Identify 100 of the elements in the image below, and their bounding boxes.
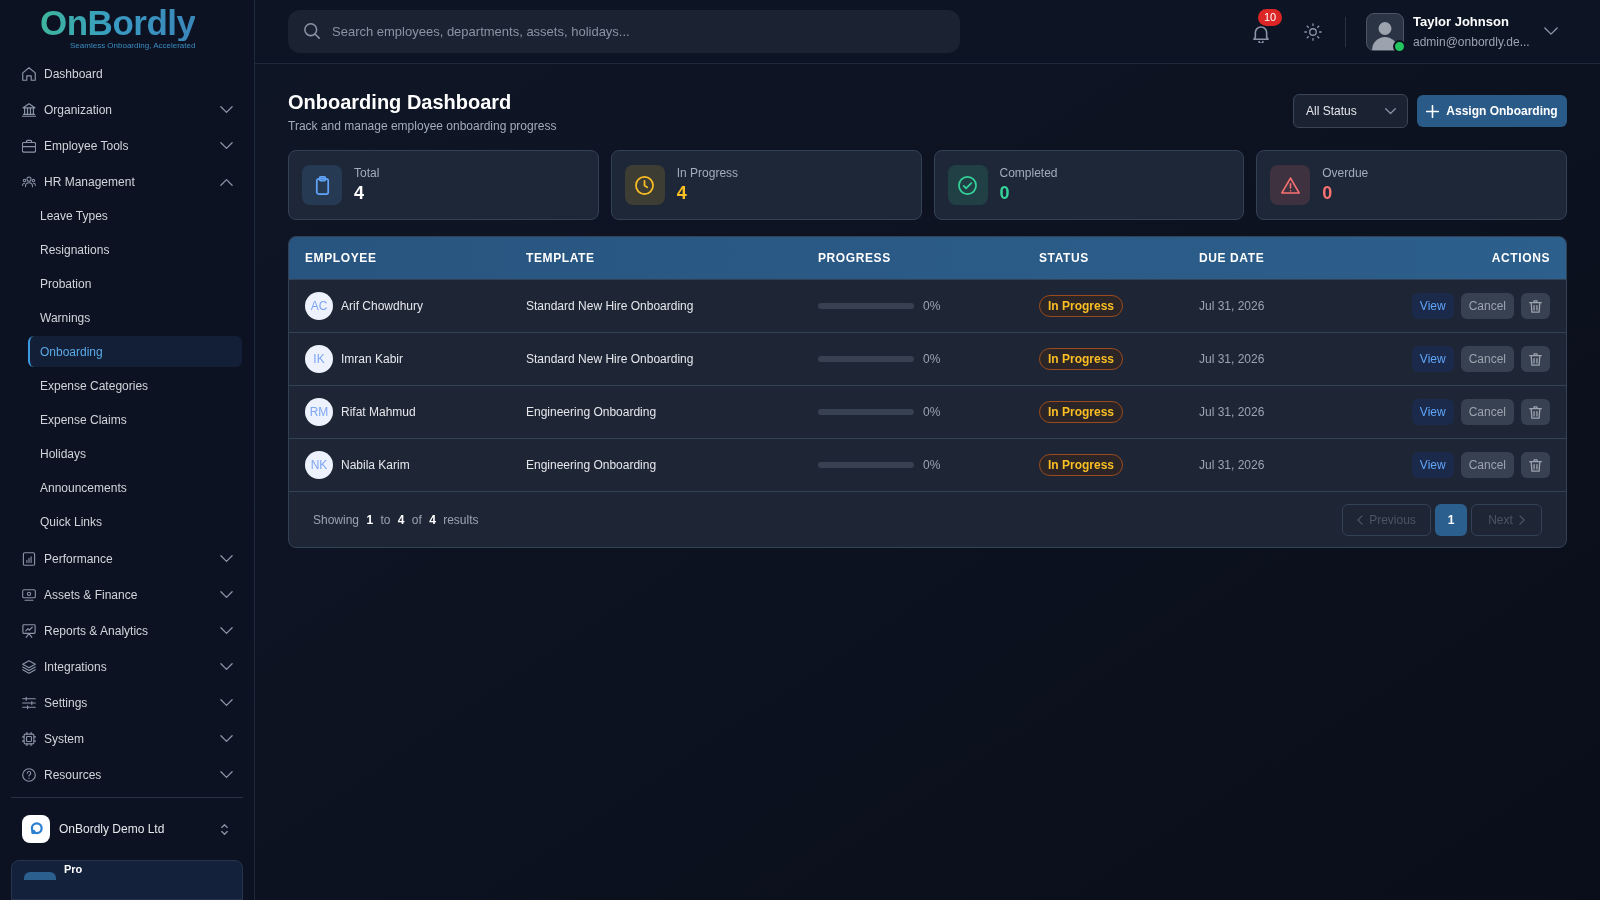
notification-badge: 10 xyxy=(1258,8,1282,26)
template-name: Standard New Hire Onboarding xyxy=(526,351,694,368)
sidebar-item[interactable]: System xyxy=(16,721,242,757)
sidebar-subitem[interactable]: Warnings xyxy=(28,302,242,333)
results-summary: Showing 1 to 4 of 4 results xyxy=(313,511,479,529)
delete-button[interactable] xyxy=(1521,399,1550,425)
briefcase-icon xyxy=(22,139,36,153)
stat-label: Total xyxy=(354,165,380,181)
status-badge: In Progress xyxy=(1039,348,1124,370)
sun-icon xyxy=(1304,22,1322,41)
layers-icon xyxy=(22,660,36,674)
sidebar-item[interactable]: Resources xyxy=(16,757,242,793)
sidebar-subitem[interactable]: Announcements xyxy=(28,472,242,503)
bell-icon xyxy=(1253,26,1269,43)
sidebar-item[interactable]: Integrations xyxy=(16,649,242,685)
sidebar-subitem[interactable]: Probation xyxy=(28,268,242,299)
cancel-button[interactable]: Cancel xyxy=(1460,399,1514,425)
initials-avatar: RM xyxy=(305,398,333,426)
sliders-icon xyxy=(22,696,36,710)
warning-icon xyxy=(1270,165,1311,205)
column-header: DUE DATE xyxy=(1199,250,1265,267)
view-button[interactable]: View xyxy=(1411,452,1454,478)
stat-value: 0 xyxy=(999,182,1011,205)
cancel-button[interactable]: Cancel xyxy=(1460,293,1514,319)
template-name: Engineering Onboarding xyxy=(526,457,657,474)
trash-icon xyxy=(1529,352,1542,366)
page-subtitle: Track and manage employee onboarding progress xyxy=(288,118,557,134)
trash-icon xyxy=(1529,458,1542,472)
employee-name: Rifat Mahmud xyxy=(341,404,416,421)
sidebar-item[interactable]: Employee Tools xyxy=(16,128,242,164)
user-avatar[interactable] xyxy=(1366,12,1404,51)
view-button[interactable]: View xyxy=(1411,399,1454,425)
employee-name: Nabila Karim xyxy=(341,457,410,474)
employee-name: Arif Chowdhury xyxy=(341,298,424,315)
sidebar-item[interactable]: Settings xyxy=(16,685,242,721)
trash-icon xyxy=(1529,405,1542,419)
sidebar-subitem[interactable]: Quick Links xyxy=(28,506,242,537)
search-icon xyxy=(304,23,320,39)
help-icon xyxy=(22,768,36,782)
page-button[interactable]: 1 xyxy=(1435,503,1467,536)
chevron-right-icon xyxy=(1518,514,1525,525)
organization-logo-icon xyxy=(22,815,50,843)
sidebar-item[interactable]: Performance xyxy=(16,541,242,577)
sidebar-subitem[interactable]: Expense Claims xyxy=(28,404,242,435)
progress-reading: 0% xyxy=(923,298,941,315)
delete-button[interactable] xyxy=(1521,293,1550,319)
search-field[interactable]: Search employees, departments, assets, holidays... xyxy=(288,10,960,53)
initials-avatar: IK xyxy=(305,345,333,373)
sidebar-item[interactable]: Assets & Finance xyxy=(16,577,242,613)
organization-switcher[interactable]: OnBordly Demo Ltd xyxy=(0,798,254,860)
sidebar-subitem[interactable]: Resignations xyxy=(28,234,242,265)
sidebar-subitem[interactable]: Onboarding xyxy=(28,336,242,367)
sidebar-subitem[interactable]: Leave Types xyxy=(28,200,242,231)
stat-value: 4 xyxy=(354,182,365,205)
chevron-down-icon[interactable] xyxy=(1544,27,1558,36)
due-date: Jul 31, 2026 xyxy=(1199,351,1265,368)
template-name: Engineering Onboarding xyxy=(526,404,657,421)
sidebar-item[interactable]: Dashboard xyxy=(16,56,242,92)
chevron-up-down-icon xyxy=(221,823,228,835)
plus-icon xyxy=(1426,104,1440,118)
chip-icon xyxy=(22,732,36,746)
status-badge: In Progress xyxy=(1039,401,1124,423)
initials-avatar: AC xyxy=(305,292,333,320)
sidebar-subitem[interactable]: Holidays xyxy=(28,438,242,469)
logo-tagline: Seamless Onboarding, Accelerated xyxy=(70,41,196,51)
view-button[interactable]: View xyxy=(1411,293,1454,319)
delete-button[interactable] xyxy=(1521,452,1550,478)
trash-icon xyxy=(1529,299,1542,313)
person-silhouette-icon xyxy=(1372,21,1398,50)
column-header: ACTIONS xyxy=(1491,250,1550,267)
cancel-button[interactable]: Cancel xyxy=(1460,452,1514,478)
chart-board-icon xyxy=(22,624,36,638)
cancel-button[interactable]: Cancel xyxy=(1460,346,1514,372)
bar-chart-icon xyxy=(22,552,36,566)
template-name: Standard New Hire Onboarding xyxy=(526,298,694,315)
delete-button[interactable] xyxy=(1521,346,1550,372)
progress-reading: 0% xyxy=(923,351,941,368)
stat-label: Completed xyxy=(999,165,1058,181)
column-header: TEMPLATE xyxy=(526,250,595,267)
bank-icon xyxy=(22,103,36,117)
status-filter-select[interactable]: All Status xyxy=(1293,94,1408,128)
home-icon xyxy=(22,67,36,81)
progress-reading: 0% xyxy=(923,404,941,421)
sidebar-item[interactable]: Organization xyxy=(16,92,242,128)
sidebar-item[interactable]: Reports & Analytics xyxy=(16,613,242,649)
user-name: Taylor Johnson xyxy=(1413,13,1510,31)
sidebar-item[interactable]: HR Management xyxy=(16,164,242,200)
sidebar-subitem[interactable]: Expense Categories xyxy=(28,370,242,401)
due-date: Jul 31, 2026 xyxy=(1199,457,1265,474)
user-email: admin@onbordly.de... xyxy=(1413,34,1531,50)
clipboard-icon xyxy=(302,165,342,205)
plan-tile-icon xyxy=(24,872,56,880)
due-date: Jul 31, 2026 xyxy=(1199,298,1265,315)
page-title: Onboarding Dashboard xyxy=(288,90,513,114)
view-button[interactable]: View xyxy=(1411,346,1454,372)
stat-label: Overdue xyxy=(1322,165,1369,181)
column-header: PROGRESS xyxy=(818,250,891,267)
column-header: STATUS xyxy=(1039,250,1089,267)
progress-reading: 0% xyxy=(923,457,941,474)
assign-onboarding-button[interactable]: Assign Onboarding xyxy=(1417,95,1567,127)
